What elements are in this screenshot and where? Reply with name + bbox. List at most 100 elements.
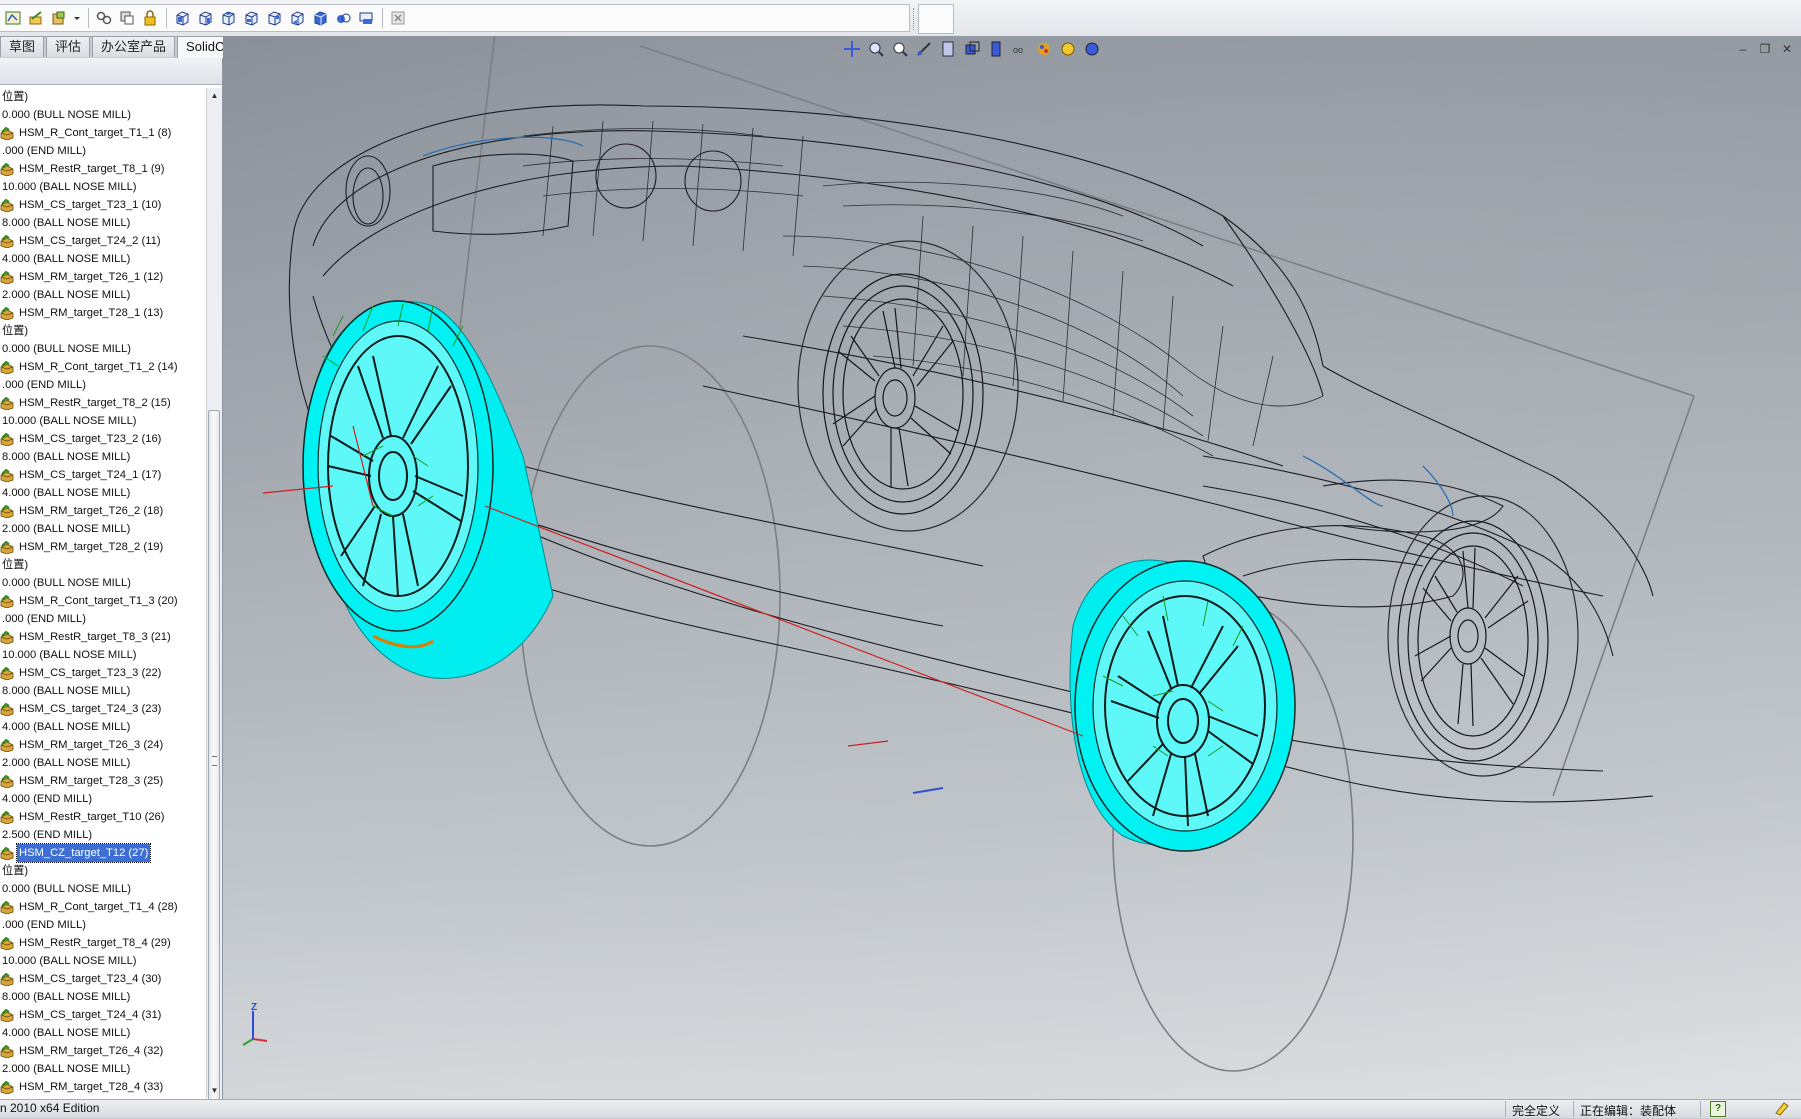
- operation-row[interactable]: HSM_RM_target_T28_3 (25): [0, 772, 206, 790]
- section-view-icon[interactable]: [939, 40, 957, 58]
- tool-row[interactable]: 位置): [0, 322, 206, 340]
- operation-row[interactable]: HSM_RM_target_T28_2 (19): [0, 538, 206, 556]
- operation-row[interactable]: HSM_CS_target_T24_1 (17): [0, 466, 206, 484]
- operation-row[interactable]: HSM_RestR_target_T8_4 (29): [0, 934, 206, 952]
- edit-part-icon[interactable]: [27, 9, 45, 27]
- move-icon[interactable]: [843, 40, 861, 58]
- operation-row[interactable]: HSM_RM_target_T26_1 (12): [0, 268, 206, 286]
- tree-scrollbar[interactable]: ▲ ▼: [206, 88, 222, 1110]
- tool-row[interactable]: 位置): [0, 556, 206, 574]
- view-left-icon[interactable]: [219, 9, 237, 27]
- tool-row[interactable]: 10.000 (BALL NOSE MILL): [0, 178, 206, 196]
- tool-row[interactable]: 位置): [0, 862, 206, 880]
- operation-row[interactable]: HSM_CS_target_T24_3 (23): [0, 700, 206, 718]
- operation-row[interactable]: HSM_CS_target_T23_4 (30): [0, 970, 206, 988]
- tool-row[interactable]: 4.000 (BALL NOSE MILL): [0, 1024, 206, 1042]
- mate-icon[interactable]: [95, 9, 113, 27]
- view-settings-icon[interactable]: [1083, 40, 1101, 58]
- view-bottom-icon[interactable]: [288, 9, 306, 27]
- operation-row[interactable]: HSM_CS_target_T23_2 (16): [0, 430, 206, 448]
- tool-row[interactable]: 8.000 (BALL NOSE MILL): [0, 988, 206, 1006]
- tool-row[interactable]: 0.000 (BULL NOSE MILL): [0, 106, 206, 124]
- scroll-down-arrow-icon[interactable]: ▼: [207, 1083, 222, 1098]
- zoom-to-fit-icon[interactable]: [867, 40, 885, 58]
- tool-row[interactable]: 4.000 (BALL NOSE MILL): [0, 718, 206, 736]
- display-style-icon[interactable]: [987, 40, 1005, 58]
- minimize-icon[interactable]: –: [1735, 42, 1751, 56]
- operation-icon: [0, 306, 14, 320]
- previous-view-icon[interactable]: [915, 40, 933, 58]
- zoom-to-area-icon[interactable]: [891, 40, 909, 58]
- tool-row[interactable]: 0.000 (BULL NOSE MILL): [0, 574, 206, 592]
- apply-scene-icon[interactable]: [1059, 40, 1077, 58]
- tool-row[interactable]: 0.000 (BULL NOSE MILL): [0, 880, 206, 898]
- tool-row[interactable]: 2.000 (BALL NOSE MILL): [0, 1060, 206, 1078]
- operation-row[interactable]: HSM_CS_target_T23_3 (22): [0, 664, 206, 682]
- sketch-icon[interactable]: [4, 9, 22, 27]
- tool-row[interactable]: 2.500 (END MILL): [0, 826, 206, 844]
- rebuild-icon[interactable]: [1774, 1101, 1790, 1116]
- edit-appearance-icon[interactable]: [1035, 40, 1053, 58]
- tool-row[interactable]: .000 (END MILL): [0, 142, 206, 160]
- move-component-icon[interactable]: [118, 9, 136, 27]
- operation-row[interactable]: HSM_RM_target_T26_3 (24): [0, 736, 206, 754]
- operation-row[interactable]: HSM_R_Cont_target_T1_2 (14): [0, 358, 206, 376]
- tool-row[interactable]: 10.000 (BALL NOSE MILL): [0, 412, 206, 430]
- tool-row[interactable]: .000 (END MILL): [0, 916, 206, 934]
- operation-row[interactable]: HSM_R_Cont_target_T1_1 (8): [0, 124, 206, 142]
- view-right-icon[interactable]: [242, 9, 260, 27]
- operation-row[interactable]: HSM_CS_target_T24_4 (31): [0, 1006, 206, 1024]
- scroll-thumb[interactable]: [208, 410, 220, 1110]
- tool-row[interactable]: 4.000 (BALL NOSE MILL): [0, 484, 206, 502]
- tool-row[interactable]: 2.000 (BALL NOSE MILL): [0, 754, 206, 772]
- help-icon[interactable]: ?: [1710, 1101, 1726, 1117]
- scroll-up-arrow-icon[interactable]: ▲: [207, 88, 222, 103]
- operation-row[interactable]: HSM_RM_target_T28_4 (33): [0, 1078, 206, 1096]
- operation-row[interactable]: HSM_RestR_target_T8_2 (15): [0, 394, 206, 412]
- tool-row[interactable]: 0.000 (BULL NOSE MILL): [0, 340, 206, 358]
- tool-row[interactable]: 2.000 (BALL NOSE MILL): [0, 520, 206, 538]
- lock-icon[interactable]: [141, 9, 159, 27]
- operation-row[interactable]: HSM_R_Cont_target_T1_3 (20): [0, 592, 206, 610]
- operation-row[interactable]: HSM_RestR_target_T8_3 (21): [0, 628, 206, 646]
- dropdown-arrow-icon[interactable]: [73, 9, 81, 27]
- tool-row[interactable]: 位置): [0, 88, 206, 106]
- tool-row[interactable]: 4.000 (END MILL): [0, 790, 206, 808]
- view-back-icon[interactable]: [196, 9, 214, 27]
- operation-row[interactable]: HSM_CZ_target_T12 (27): [0, 843, 206, 863]
- tool-row[interactable]: 2.000 (BALL NOSE MILL): [0, 286, 206, 304]
- tool-row[interactable]: 8.000 (BALL NOSE MILL): [0, 682, 206, 700]
- hide-show-icon[interactable]: oo: [1011, 40, 1029, 58]
- tool-row[interactable]: 4.000 (BALL NOSE MILL): [0, 250, 206, 268]
- operation-row[interactable]: HSM_CS_target_T24_2 (11): [0, 232, 206, 250]
- operation-row[interactable]: HSM_R_Cont_target_T1_4 (28): [0, 898, 206, 916]
- tool-row[interactable]: 10.000 (BALL NOSE MILL): [0, 952, 206, 970]
- operation-row[interactable]: HSM_RestR_target_T8_1 (9): [0, 160, 206, 178]
- operation-row[interactable]: HSM_RM_target_T26_2 (18): [0, 502, 206, 520]
- restore-icon[interactable]: ❐: [1757, 42, 1773, 56]
- operation-row[interactable]: HSM_RestR_target_T10 (26): [0, 808, 206, 826]
- view-top-icon[interactable]: [265, 9, 283, 27]
- tool-row[interactable]: .000 (END MILL): [0, 376, 206, 394]
- operation-row[interactable]: HSM_RM_target_T28_1 (13): [0, 304, 206, 322]
- toolbar-grip[interactable]: [913, 8, 917, 30]
- close-icon[interactable]: ✕: [1779, 42, 1795, 56]
- tab-item-1[interactable]: 评估: [46, 36, 91, 57]
- tab-item-2[interactable]: 办公室产品: [92, 36, 176, 57]
- component-icon[interactable]: [50, 9, 68, 27]
- view-dimetric-icon[interactable]: [357, 9, 375, 27]
- tool-row[interactable]: .000 (END MILL): [0, 610, 206, 628]
- car-wireframe-model[interactable]: [223, 36, 1801, 1099]
- view-orientation-icon[interactable]: [963, 40, 981, 58]
- operation-row[interactable]: HSM_RM_target_T26_4 (32): [0, 1042, 206, 1060]
- view-trimetric-icon[interactable]: [334, 9, 352, 27]
- graphics-viewport[interactable]: oo – ❐ ✕ Z: [223, 36, 1801, 1099]
- view-front-icon[interactable]: [173, 9, 191, 27]
- tool-row[interactable]: 8.000 (BALL NOSE MILL): [0, 448, 206, 466]
- tool-row[interactable]: 8.000 (BALL NOSE MILL): [0, 214, 206, 232]
- tool-row[interactable]: 10.000 (BALL NOSE MILL): [0, 646, 206, 664]
- view-iso-icon[interactable]: [311, 9, 329, 27]
- tab-item-0[interactable]: 草图: [0, 36, 45, 57]
- operation-row[interactable]: HSM_CS_target_T23_1 (10): [0, 196, 206, 214]
- close-icon[interactable]: [389, 9, 407, 27]
